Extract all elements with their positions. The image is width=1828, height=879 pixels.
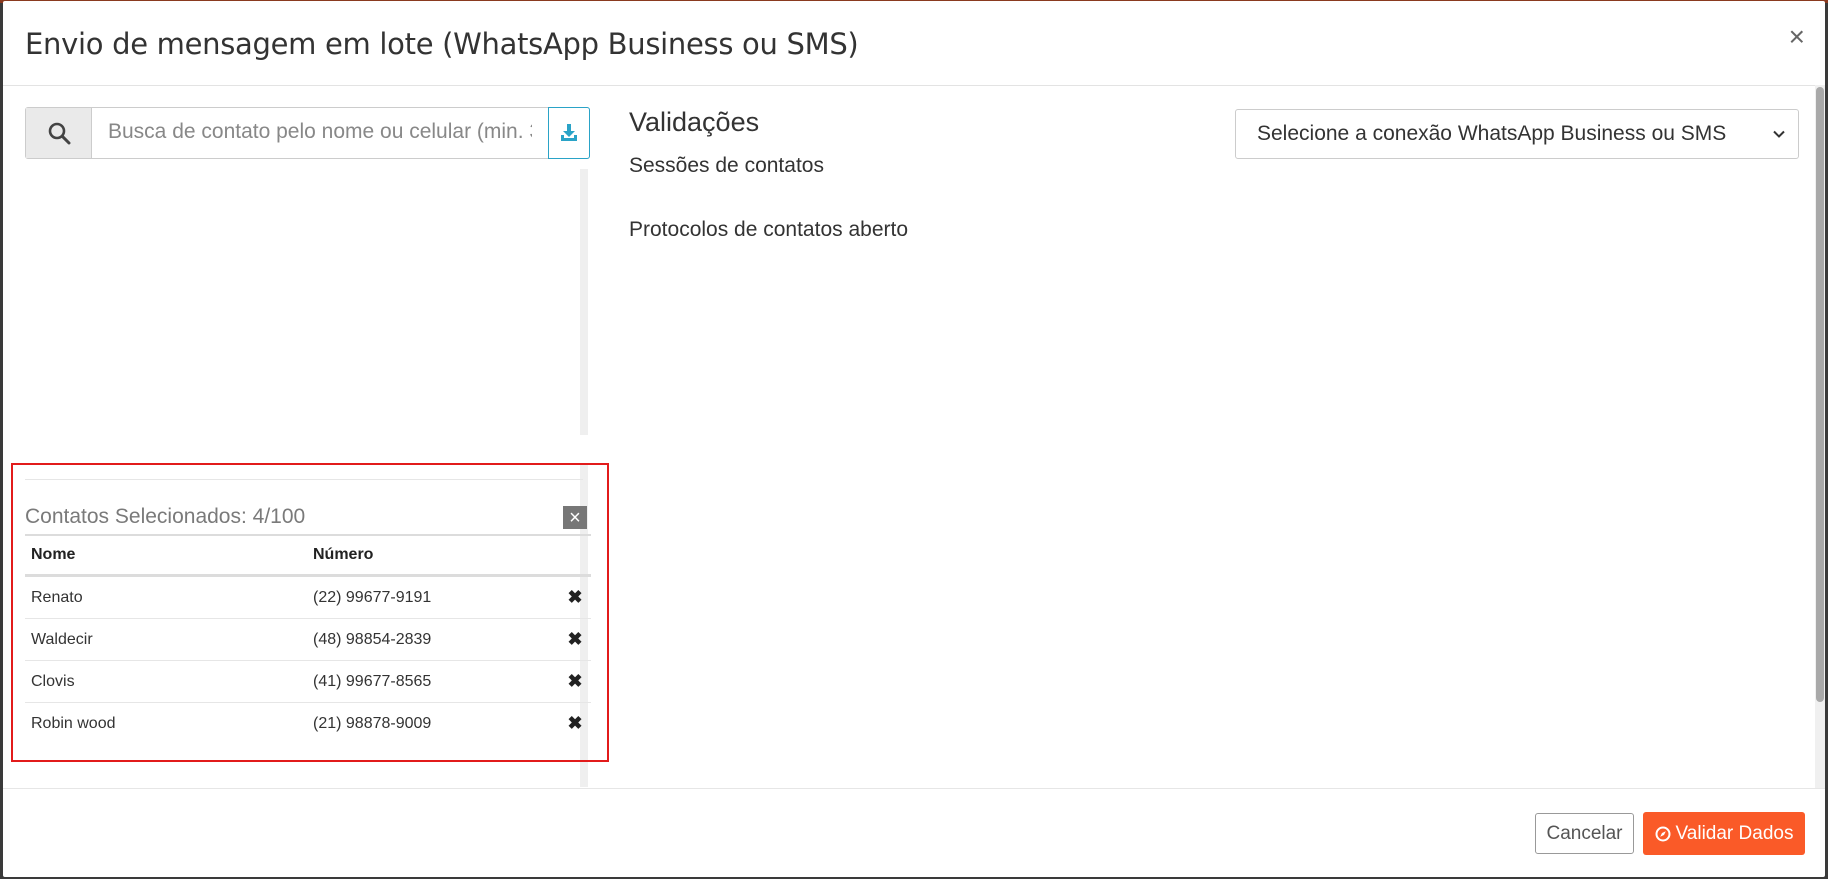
divider bbox=[25, 479, 583, 480]
validations-title: Validações bbox=[629, 107, 760, 137]
contact-search-input[interactable] bbox=[92, 108, 548, 156]
modal-footer: Cancelar Validar Dados bbox=[3, 788, 1825, 877]
column-header-actions bbox=[559, 534, 591, 577]
column-header-name: Nome bbox=[25, 534, 307, 577]
column-header-number: Número bbox=[307, 534, 559, 577]
compass-icon bbox=[1655, 826, 1671, 841]
contact-name: Renato bbox=[25, 575, 307, 619]
clear-selected-button[interactable]: × bbox=[563, 506, 587, 529]
table-row: Waldecir (48) 98854-2839 ✖ bbox=[25, 618, 591, 661]
open-protocols-label: Protocolos de contatos aberto bbox=[629, 218, 909, 241]
search-icon bbox=[48, 122, 70, 145]
search-addon bbox=[26, 108, 92, 158]
download-icon bbox=[561, 124, 577, 141]
contact-name: Waldecir bbox=[25, 618, 307, 661]
import-contacts-button[interactable] bbox=[548, 107, 590, 159]
contact-sessions-label: Sessões de contatos bbox=[629, 154, 824, 177]
selected-contacts-title: Contatos Selecionados: 4/100 bbox=[25, 505, 306, 528]
modal-title: Envio de mensagem em lote (WhatsApp Busi… bbox=[25, 27, 859, 61]
contact-search-group bbox=[25, 107, 590, 159]
contact-name: Robin wood bbox=[31, 714, 116, 732]
search-results-scrollbar[interactable] bbox=[580, 169, 588, 435]
connection-select[interactable]: Selecione a conexão WhatsApp Business ou… bbox=[1235, 109, 1799, 159]
batch-message-modal: Envio de mensagem em lote (WhatsApp Busi… bbox=[3, 1, 1825, 877]
contact-number: (41) 99677-8565 bbox=[307, 660, 559, 703]
chevron-down-icon bbox=[1773, 130, 1785, 138]
remove-contact-icon[interactable]: ✖ bbox=[559, 618, 591, 661]
contact-number: (22) 99677-9191 bbox=[307, 575, 559, 619]
remove-contact-icon[interactable]: ✖ bbox=[559, 660, 591, 703]
modal-header: Envio de mensagem em lote (WhatsApp Busi… bbox=[3, 1, 1825, 86]
modal-scrollbar[interactable] bbox=[1815, 85, 1825, 788]
scrollbar-thumb[interactable] bbox=[1816, 87, 1824, 702]
remove-contact-icon[interactable]: ✖ bbox=[559, 703, 591, 745]
table-header-row: Nome Número bbox=[25, 534, 591, 577]
table-row: Robin wood (21) 98878-9009 ✖ bbox=[25, 703, 591, 745]
contact-name: Clovis bbox=[25, 660, 307, 703]
table-row: Renato (22) 99677-9191 ✖ bbox=[25, 575, 591, 619]
contact-number: (21) 98878-9009 bbox=[313, 714, 432, 732]
validate-data-button[interactable]: Validar Dados bbox=[1643, 812, 1805, 855]
table-row: Clovis (41) 99677-8565 ✖ bbox=[25, 660, 591, 703]
close-icon[interactable]: × bbox=[1789, 23, 1805, 51]
validate-data-label: Validar Dados bbox=[1675, 822, 1794, 844]
connection-select-value: Selecione a conexão WhatsApp Business ou… bbox=[1257, 122, 1727, 145]
selected-contacts-panel: Contatos Selecionados: 4/100 × Nome Núme… bbox=[11, 463, 609, 762]
cancel-button[interactable]: Cancelar bbox=[1535, 813, 1634, 854]
selected-contacts-table: Nome Número Renato (22) 99677-9191 ✖ Wal… bbox=[25, 534, 591, 744]
remove-contact-icon[interactable]: ✖ bbox=[559, 575, 591, 619]
contact-number: (48) 98854-2839 bbox=[307, 618, 559, 661]
